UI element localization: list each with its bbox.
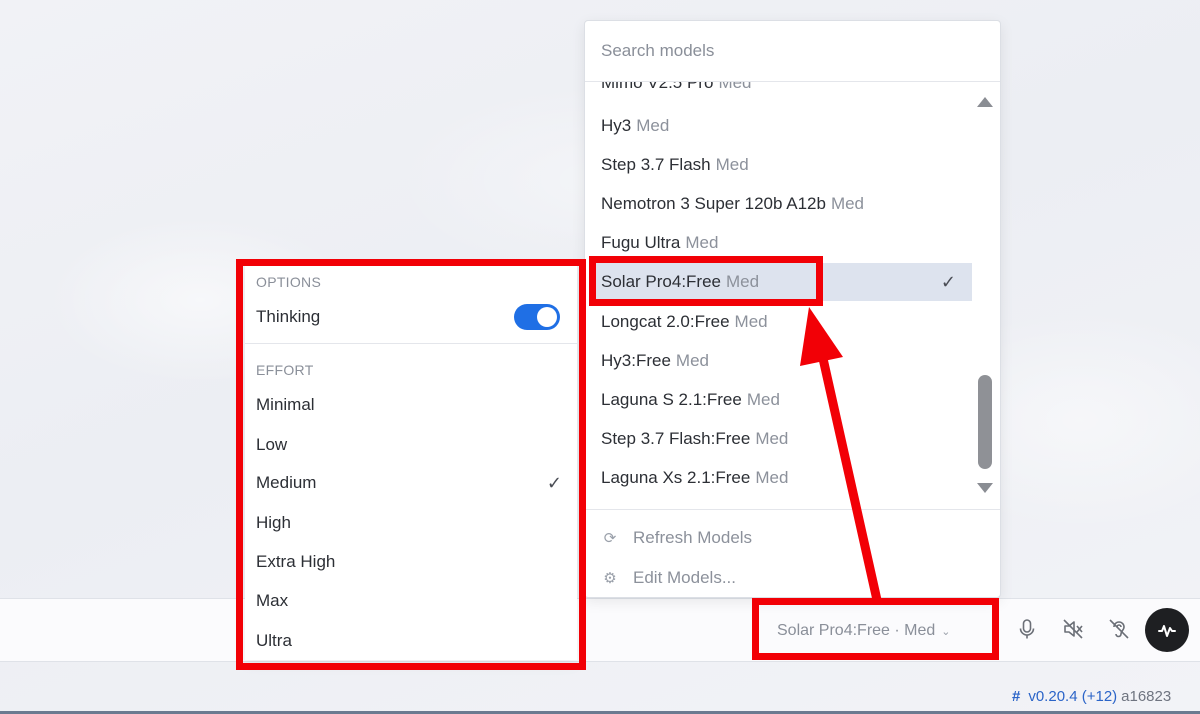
divider: [245, 343, 577, 344]
edit-models-button[interactable]: ⚙ Edit Models...: [601, 563, 981, 593]
effort-option-ultra[interactable]: Ultra: [256, 626, 566, 656]
effort-option-max[interactable]: Max: [256, 586, 566, 616]
edit-models-label: Edit Models...: [633, 568, 736, 587]
microphone-button[interactable]: [1012, 614, 1042, 644]
model-item-name: Nemotron 3 Super 120b A12b: [601, 194, 826, 213]
options-dropdown: OPTIONS Thinking EFFORT Minimal Low Medi…: [245, 266, 577, 660]
chevron-down-icon: ⌄: [941, 626, 951, 638]
model-item[interactable]: Step 3.7 Flash:Free Med: [593, 420, 972, 458]
voice-mode-button[interactable]: [1145, 608, 1189, 652]
speaker-off-icon: [1063, 619, 1083, 639]
model-item-effort: Med: [755, 429, 789, 448]
model-item-name: Step 3.7 Flash:Free: [601, 429, 751, 448]
effort-option-medium[interactable]: Medium ✓: [256, 468, 566, 498]
commit-label: a16823: [1121, 688, 1172, 705]
checkmark-icon: ✓: [940, 272, 956, 292]
hearing-off-icon: [1109, 619, 1129, 639]
model-item-effort: Med: [718, 82, 752, 92]
model-item-effort: Med: [755, 468, 789, 487]
model-item-name: Mimo V2.5 Pro: [601, 82, 714, 92]
effort-option-high[interactable]: High: [256, 508, 566, 538]
refresh-models-label: Refresh Models: [633, 528, 753, 547]
speaker-off-button[interactable]: [1058, 614, 1088, 644]
refresh-icon: ⟳: [603, 530, 617, 547]
model-item[interactable]: Nemotron 3 Super 120b A12b Med: [593, 185, 972, 223]
model-item[interactable]: Laguna Xs 2.1:Free Med: [593, 459, 972, 497]
model-search-input[interactable]: [599, 37, 983, 65]
checkmark-icon: ✓: [546, 473, 562, 493]
model-item[interactable]: Laguna S 2.1:Free Med: [593, 381, 972, 419]
model-item-effort: Med: [746, 390, 780, 409]
model-item-effort: Med: [726, 272, 760, 291]
effort-option-extra-high[interactable]: Extra High: [256, 547, 566, 577]
model-item[interactable]: Fugu Ultra Med: [593, 224, 972, 262]
model-item-effort: Med: [675, 351, 709, 370]
model-selector-label: Solar Pro4:Free · Med: [777, 622, 936, 639]
model-item-name: Longcat 2.0:Free: [601, 312, 730, 331]
effort-option-minimal[interactable]: Minimal: [256, 390, 566, 420]
gear-icon: ⚙: [603, 570, 617, 587]
model-item-name: Laguna Xs 2.1:Free: [601, 468, 751, 487]
effort-option-label: Extra High: [256, 552, 336, 571]
model-item-effort: Med: [685, 233, 719, 252]
thinking-toggle[interactable]: [514, 304, 560, 330]
model-item-name: Hy3: [601, 116, 632, 135]
model-item-effort: Med: [715, 155, 749, 174]
thinking-label: Thinking: [256, 307, 321, 326]
effort-option-label: Low: [256, 435, 288, 454]
model-selector-trigger[interactable]: Solar Pro4:Free · Med ⌄: [777, 622, 951, 640]
effort-option-low[interactable]: Low: [256, 430, 566, 460]
model-item-name: Step 3.7 Flash: [601, 155, 711, 174]
model-dropdown: Mimo V2.5 ProMed Hy3Med Step 3.7 FlashMe…: [584, 20, 1001, 598]
model-item-effort: Med: [636, 116, 670, 135]
effort-option-label: High: [256, 513, 291, 532]
model-item[interactable]: Hy3 Med: [593, 107, 972, 145]
model-item[interactable]: Step 3.7 Flash Med: [593, 146, 972, 184]
effort-option-label: Minimal: [256, 395, 315, 414]
model-item-effort: Med: [734, 312, 768, 331]
version-info[interactable]: # v0.20.4 (+12) a16823: [1012, 688, 1171, 705]
model-list[interactable]: Mimo V2.5 Pro Med Hy3 Med Step 3.7 Flash Me…: [585, 82, 975, 510]
model-item-effort: Med: [830, 194, 865, 213]
toggle-knob: [537, 307, 557, 327]
scroll-down-arrow-icon[interactable]: [977, 483, 993, 493]
scrollbar-thumb[interactable]: [978, 375, 992, 469]
effort-option-label: Ultra: [256, 631, 292, 650]
hash-icon: #: [1012, 688, 1021, 705]
version-label: v0.20.4 (+12): [1028, 688, 1118, 705]
model-item-selected[interactable]: Solar Pro4:Free Med ✓: [593, 263, 972, 301]
scroll-up-arrow-icon[interactable]: [977, 97, 993, 107]
refresh-models-button[interactable]: ⟳ Refresh Models: [601, 523, 981, 553]
model-item[interactable]: Hy3:Free Med: [593, 342, 972, 380]
model-item-name: Fugu Ultra: [601, 233, 681, 252]
voice-mode-icon: [1158, 625, 1176, 637]
effort-option-label: Medium: [256, 473, 317, 492]
effort-header: EFFORT: [256, 362, 314, 378]
model-item-name: Solar Pro4:Free: [601, 272, 721, 291]
options-header: OPTIONS: [256, 274, 322, 290]
model-search-row: [585, 21, 1000, 82]
model-item-name: Laguna S 2.1:Free: [601, 390, 742, 409]
hearing-off-button[interactable]: [1104, 614, 1134, 644]
divider: [585, 509, 1000, 510]
microphone-icon: [1019, 619, 1035, 639]
model-item-partial[interactable]: Mimo V2.5 Pro Med: [593, 82, 972, 102]
effort-option-label: Max: [256, 591, 289, 610]
model-item-name: Hy3:Free: [601, 351, 671, 370]
model-item[interactable]: Longcat 2.0:Free Med: [593, 303, 972, 341]
